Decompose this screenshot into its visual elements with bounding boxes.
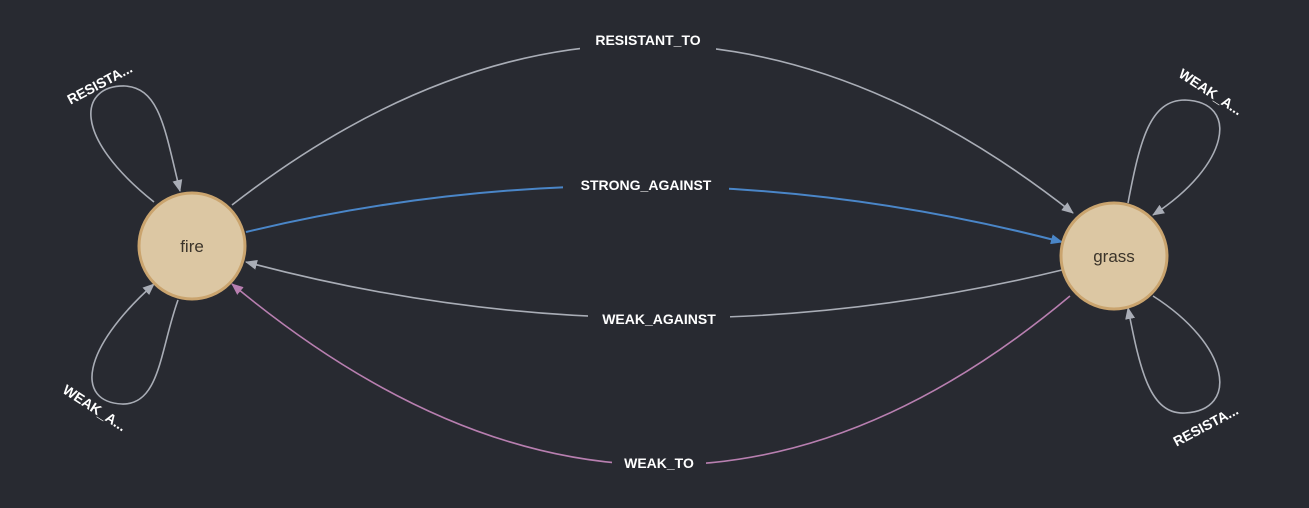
edge-fire-self-top-line[interactable]	[90, 85, 183, 203]
edge-fire-self-top[interactable]: RESISTA...	[64, 60, 183, 203]
edge-grass-self-top-line[interactable]	[1127, 99, 1221, 216]
edge-grass-self-bottom-label: RESISTA...	[1170, 402, 1240, 450]
edge-weak-against[interactable]: WEAK_AGAINST	[245, 260, 1063, 329]
edge-grass-self-top-label: WEAK_A...	[1176, 65, 1245, 118]
edge-grass-self-bottom[interactable]: RESISTA...	[1125, 295, 1241, 450]
edge-fire-self-top-label: RESISTA...	[64, 60, 134, 108]
edge-grass-self-bottom-line[interactable]	[1125, 295, 1221, 414]
node-grass[interactable]: grass	[1059, 201, 1169, 311]
graph-canvas: RESISTANT_TO STRONG_AGAINST WEAK_AGAINST…	[60, 30, 1245, 473]
edge-strong-against-label: STRONG_AGAINST	[581, 177, 712, 193]
edge-strong-against[interactable]: STRONG_AGAINST	[245, 175, 1063, 245]
edge-resistant-to-label: RESISTANT_TO	[595, 32, 700, 48]
node-fire-label: fire	[180, 237, 204, 256]
edge-weak-against-label: WEAK_AGAINST	[602, 311, 716, 327]
node-fire[interactable]: fire	[137, 191, 247, 301]
edge-weak-to-label: WEAK_TO	[624, 455, 694, 471]
edge-fire-self-bottom-line[interactable]	[91, 283, 179, 405]
node-grass-label: grass	[1093, 247, 1135, 266]
edge-fire-self-bottom[interactable]: WEAK_A...	[60, 283, 179, 434]
edge-grass-self-top[interactable]: WEAK_A...	[1127, 65, 1245, 216]
